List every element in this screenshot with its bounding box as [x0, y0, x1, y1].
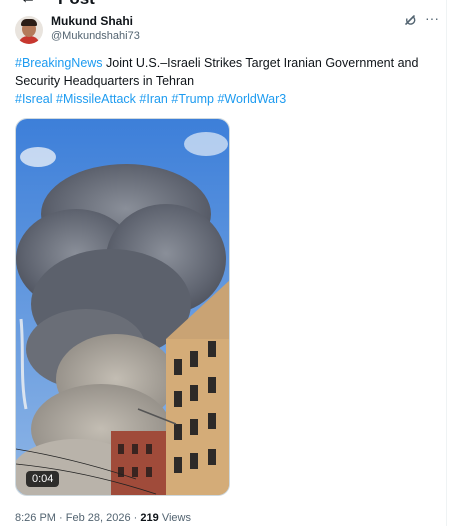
- arrow-left-icon[interactable]: ←: [20, 0, 36, 8]
- hashtag-link[interactable]: #Trump: [171, 92, 214, 106]
- tweet-text: #BreakingNews Joint U.S.–Israeli Strikes…: [15, 54, 441, 108]
- post-date[interactable]: Feb 28, 2026: [66, 512, 131, 524]
- hashtag-link[interactable]: #BreakingNews: [15, 56, 103, 70]
- views-label: Views: [161, 512, 191, 524]
- hashtag-link[interactable]: #MissileAttack: [56, 92, 136, 106]
- hashtag-link[interactable]: #Iran: [139, 92, 168, 106]
- video-duration: 0:04: [26, 471, 60, 487]
- meta-separator: ·: [133, 512, 138, 524]
- grok-icon[interactable]: [403, 13, 417, 27]
- post-time[interactable]: 8:26 PM: [15, 512, 56, 524]
- more-horizontal-icon[interactable]: ···: [425, 10, 439, 26]
- post-meta: 8:26 PM · Feb 28, 2026 · 219 Views: [15, 512, 191, 524]
- video-player[interactable]: 0:04: [15, 118, 230, 496]
- author-name[interactable]: Mukund Shahi: [51, 14, 133, 28]
- hashtag-link[interactable]: #WorldWar3: [217, 92, 286, 106]
- author-handle[interactable]: @Mukundshahi73: [51, 30, 140, 42]
- hashtag-link[interactable]: #Isreal: [15, 92, 53, 106]
- page-title: Post: [58, 0, 95, 9]
- column-divider: [446, 0, 447, 526]
- avatar[interactable]: [15, 16, 43, 44]
- meta-separator: ·: [59, 512, 63, 524]
- views-count: 219: [140, 512, 159, 524]
- header-bar: ← Post: [0, 0, 450, 9]
- video-frame: [16, 119, 229, 495]
